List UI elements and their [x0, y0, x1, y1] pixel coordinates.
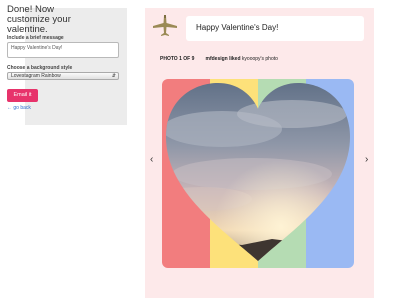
select-arrows-icon: ⇵ — [111, 73, 116, 79]
photo-counter: PHOTO 1 OF 9 — [160, 56, 195, 62]
message-label: Include a brief message — [7, 35, 64, 41]
photo-owner[interactable]: kyooopy's photo — [242, 56, 278, 62]
message-input[interactable]: Happy Valentine's Day! — [7, 42, 119, 58]
background-style-value: Lovestagram Rainbow — [11, 73, 61, 79]
heart-photo-graphic — [162, 79, 354, 268]
go-back-link[interactable]: ← go back — [7, 105, 31, 111]
panel-title: Done! Now customize your valentine. — [7, 4, 71, 35]
prev-photo-arrow[interactable]: ‹ — [150, 154, 153, 165]
heart-photo — [162, 79, 354, 268]
airplane-icon — [153, 15, 177, 36]
background-style-select[interactable]: Lovestagram Rainbow ⇵ — [7, 72, 119, 80]
card-message: Happy Valentine's Day! — [196, 23, 279, 32]
liked-text: liked — [229, 56, 241, 62]
photo-info: PHOTO 1 OF 9 mfdesign liked kyooopy's ph… — [160, 56, 278, 62]
next-photo-arrow[interactable]: › — [365, 154, 368, 165]
email-button[interactable]: Email it — [7, 89, 38, 102]
liker-name[interactable]: mfdesign — [206, 56, 228, 62]
style-label: Choose a background style — [7, 65, 73, 71]
